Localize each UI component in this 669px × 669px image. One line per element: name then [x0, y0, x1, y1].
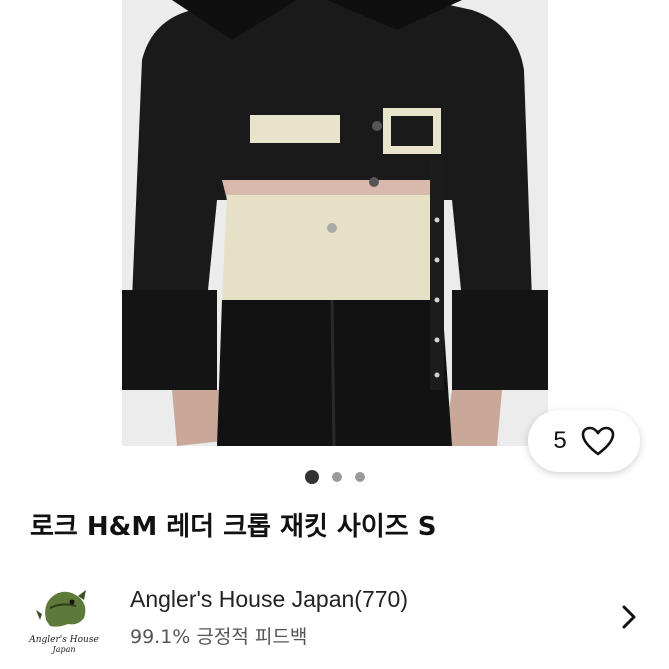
product-image-carousel[interactable]: [0, 0, 669, 446]
seller-row[interactable]: Angler's House Japan Angler's House Japa…: [0, 572, 669, 669]
seller-feedback: 99.1% 긍정적 피드백: [130, 626, 308, 648]
jacket-photo-illustration: [122, 0, 548, 446]
carousel-indicator: [0, 470, 669, 484]
seller-avatar: Angler's House Japan: [28, 580, 100, 660]
seller-name[interactable]: Angler's House Japan(770): [130, 586, 408, 613]
carousel-dot[interactable]: [354, 472, 365, 482]
listing-title: 로크 H&M 레더 크롭 재킷 사이즈 S: [30, 512, 437, 542]
like-button[interactable]: 5: [528, 410, 640, 472]
avatar-text-line2: Japan: [50, 645, 75, 654]
heart-icon: [581, 426, 615, 456]
chevron-right-icon[interactable]: [616, 602, 642, 632]
carousel-dot-active[interactable]: [304, 470, 319, 484]
carousel-dot[interactable]: [331, 472, 342, 482]
product-photo[interactable]: [122, 0, 548, 446]
avatar-text-line1: Angler's House: [28, 635, 99, 645]
like-count: 5: [553, 427, 567, 454]
